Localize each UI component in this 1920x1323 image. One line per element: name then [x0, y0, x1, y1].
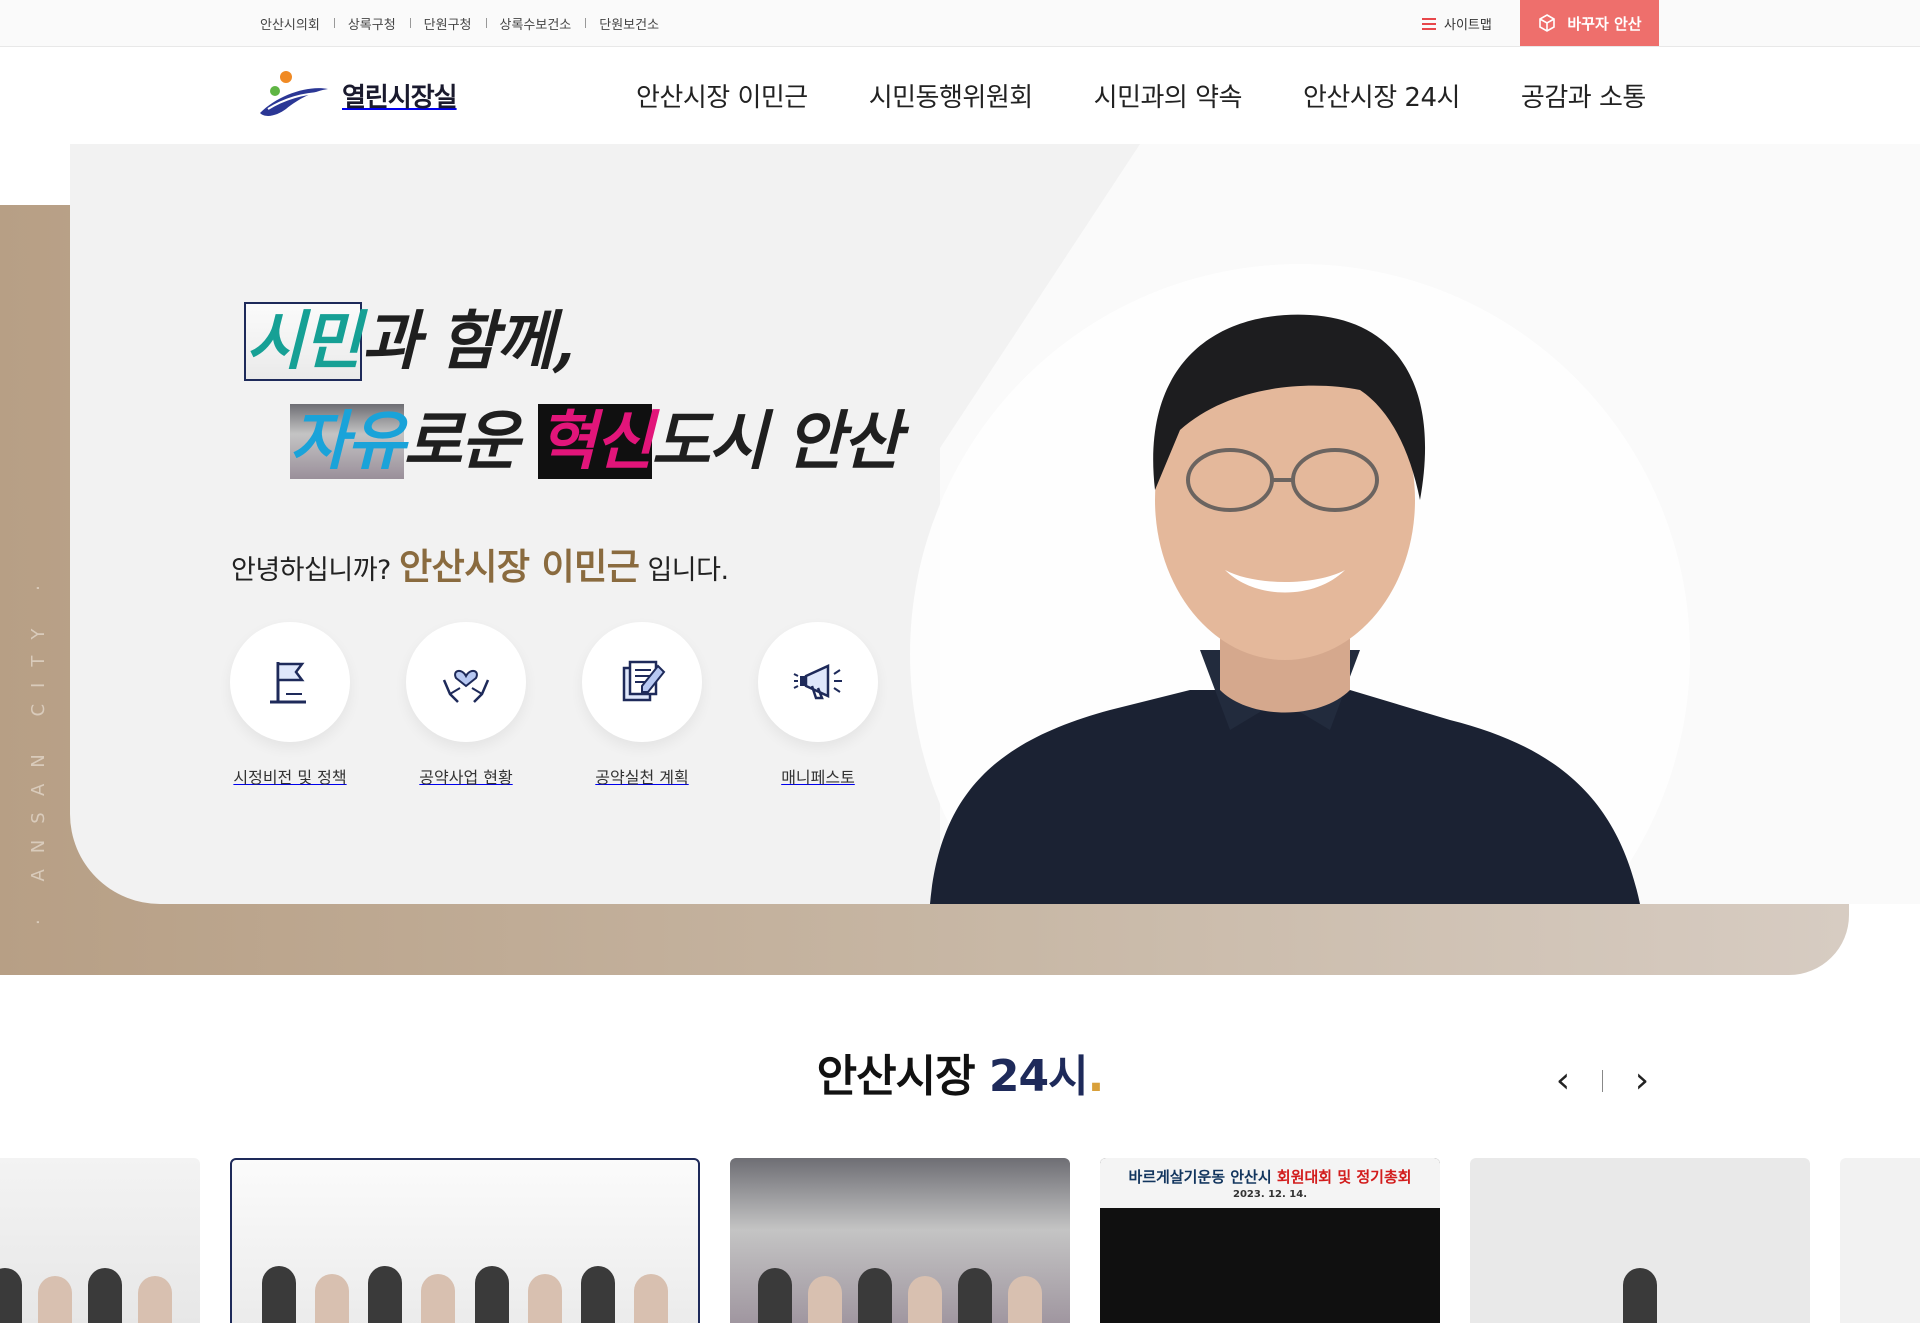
link-sangnok-office[interactable]: 상록구청 — [333, 14, 410, 33]
carousel-controls: ‹ › — [1550, 1063, 1655, 1099]
site-logo[interactable]: 열린시장실 — [258, 69, 458, 121]
slogan-city-ansan: 도시 안산 — [651, 404, 902, 479]
nav-mayor-24[interactable]: 안산시장 24시 — [1303, 77, 1460, 114]
heart-hands-icon — [442, 670, 490, 703]
sitemap-label: 사이트맵 — [1444, 18, 1492, 33]
hero-slogan: 시민과 함께, 자유로운 혁신도시 안산 — [240, 290, 940, 510]
quick-pledge-status-label: 공약사업 현황 — [419, 768, 513, 787]
nav-promise[interactable]: 시민과의 약속 — [1094, 77, 1243, 114]
quick-pledge-plan-label: 공약실천 계획 — [595, 768, 689, 787]
photo-carousel: 바르게살기운동 안산시 회원대회 및 정기총회 2023. 12. 14. — [0, 1158, 1920, 1323]
flag-icon — [270, 662, 306, 704]
quick-links: 시정비전 및 정책 공약사업 현황 공약실천 계획 매니페스토 — [230, 622, 878, 788]
greeting-suffix: 입니다. — [647, 555, 729, 586]
sitemap-button[interactable]: 사이트맵 — [1422, 0, 1492, 47]
nav-mayor[interactable]: 안산시장 이민근 — [636, 77, 808, 114]
section-title-dot: . — [1087, 1051, 1105, 1102]
quick-vision-policy[interactable]: 시정비전 및 정책 — [230, 622, 350, 788]
photo-card-active[interactable] — [230, 1158, 700, 1323]
photo-card[interactable]: 바르게살기운동 안산시 회원대회 및 정기총회 2023. 12. 14. — [1100, 1158, 1440, 1323]
utility-bar: 안산시의회 상록구청 단원구청 상록수보건소 단원보건소 사이트맵 바꾸자 안산 — [0, 0, 1920, 47]
document-pen-icon — [622, 660, 666, 702]
change-ansan-button[interactable]: 바꾸자 안산 — [1520, 0, 1659, 46]
nav-communication[interactable]: 공감과 소통 — [1521, 77, 1646, 114]
quick-pledge-plan[interactable]: 공약실천 계획 — [582, 622, 702, 788]
nav-citizen-committee[interactable]: 시민동행위원회 — [869, 77, 1033, 114]
photo-card[interactable] — [1470, 1158, 1810, 1323]
megaphone-icon — [793, 664, 842, 700]
quick-manifesto-label: 매니페스토 — [781, 768, 855, 787]
greeting-text: 안녕하십니까? 안산시장 이민근 입니다. — [231, 538, 729, 590]
mayor-name: 안산시장 이민근 — [398, 547, 640, 588]
section-title-b: 24시 — [988, 1051, 1089, 1102]
quick-vision-policy-label: 시정비전 및 정책 — [233, 768, 347, 787]
greeting-prefix: 안녕하십니까? — [231, 555, 391, 586]
slogan-ro-un: 로운 — [403, 404, 538, 479]
global-nav: 안산시장 이민근 시민동행위원회 시민과의 약속 안산시장 24시 공감과 소통 — [636, 47, 1646, 144]
prev-arrow-icon[interactable]: ‹ — [1550, 1063, 1576, 1099]
photo-card[interactable] — [730, 1158, 1070, 1323]
slogan-free: 자유 — [290, 404, 406, 479]
change-ansan-label: 바꾸자 안산 — [1567, 14, 1642, 33]
photo-card[interactable] — [0, 1158, 200, 1323]
hamburger-icon — [1422, 17, 1436, 30]
next-arrow-icon[interactable]: › — [1629, 1063, 1655, 1099]
logo-text: 열린시장실 — [342, 82, 458, 113]
link-danwon-health[interactable]: 단원보건소 — [585, 14, 673, 33]
related-sites-links: 안산시의회 상록구청 단원구청 상록수보건소 단원보건소 — [260, 0, 673, 47]
quick-manifesto[interactable]: 매니페스토 — [758, 622, 878, 788]
link-sangnoksu-health[interactable]: 상록수보건소 — [485, 14, 586, 33]
section-title-a: 안산시장 — [816, 1051, 976, 1102]
main-header: 열린시장실 안산시장 이민근 시민동행위원회 시민과의 약속 안산시장 24시 … — [0, 47, 1920, 144]
link-danwon-office[interactable]: 단원구청 — [409, 14, 486, 33]
quick-pledge-status[interactable]: 공약사업 현황 — [406, 622, 526, 788]
photo-card[interactable] — [1840, 1158, 1920, 1323]
slogan-innovation: 혁신 — [537, 404, 654, 479]
ansan-city-vertical-text: · ANSAN CITY · — [28, 569, 49, 925]
link-city-council[interactable]: 안산시의회 — [260, 14, 334, 33]
card-caption: 바르게살기운동 안산시 회원대회 및 정기총회 2023. 12. 14. — [1100, 1158, 1440, 1208]
ansan-logo-icon — [260, 71, 328, 116]
slogan-citizen: 시민 — [244, 302, 362, 381]
slogan-together: 과 함께, — [361, 304, 575, 379]
mayor-portrait-image — [930, 314, 1640, 904]
cube-icon — [1539, 14, 1556, 32]
